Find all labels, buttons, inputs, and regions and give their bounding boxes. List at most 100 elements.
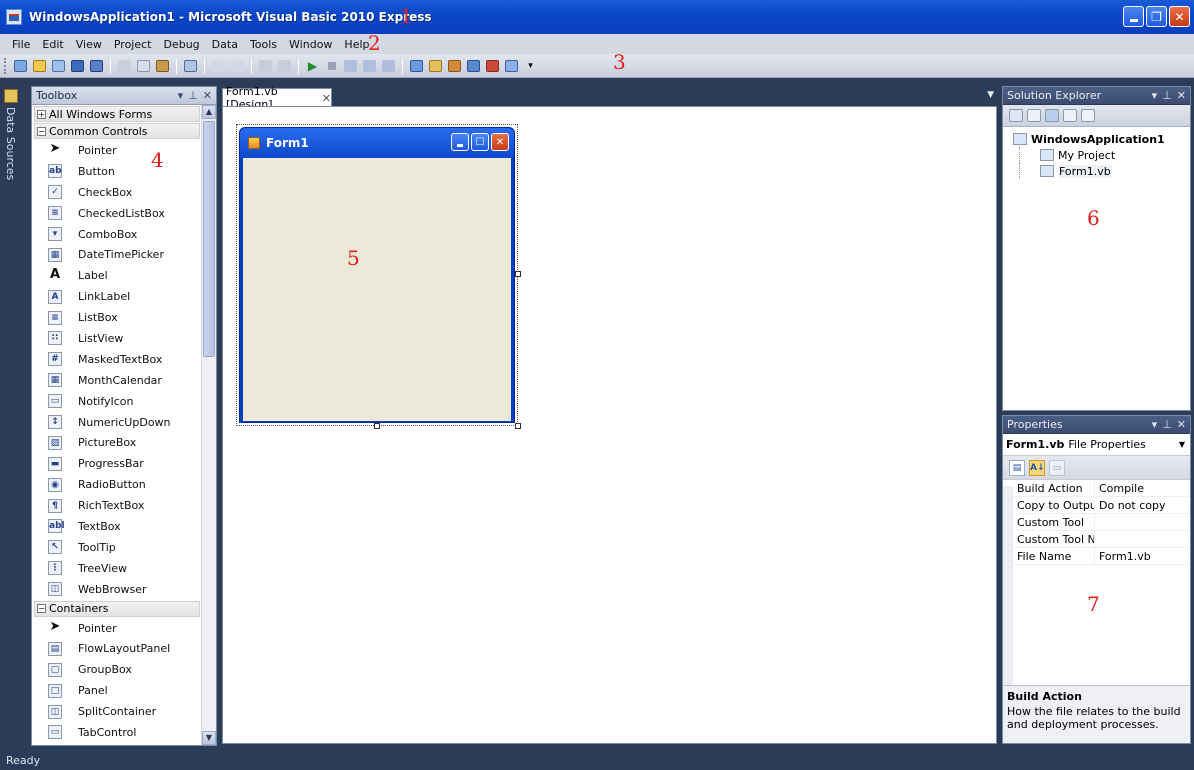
tree-item-form1[interactable]: Form1.vb [1019, 163, 1190, 179]
toolbox-item-listbox[interactable]: ≡ ListBox [32, 307, 202, 328]
toolbox-item-progressbar[interactable]: ▬ ProgressBar [32, 453, 202, 474]
solution-explorer-header[interactable]: Solution Explorer ▾ ⊥ ✕ [1003, 87, 1190, 105]
toolbox-item-monthcalendar[interactable]: ▦ MonthCalendar [32, 370, 202, 391]
resize-handle-bottom[interactable] [374, 423, 380, 429]
toolbox-item-button[interactable]: ab Button [32, 161, 202, 182]
pin-icon[interactable]: ⊥ [1162, 89, 1172, 102]
app-icon[interactable] [6, 9, 22, 25]
menu-edit[interactable]: Edit [36, 38, 69, 51]
toolbox-item-combobox[interactable]: ▾ ComboBox [32, 224, 202, 245]
toolbox-item-checkbox[interactable]: ✓ CheckBox [32, 182, 202, 203]
toolbox-item-webbrowser[interactable]: ◫ WebBrowser [32, 579, 202, 600]
save-icon[interactable] [69, 57, 86, 74]
toolbar-grip[interactable] [4, 57, 7, 74]
menu-tools[interactable]: Tools [244, 38, 283, 51]
toolbox-item-splitcontainer[interactable]: ◫ SplitContainer [32, 701, 202, 722]
property-value[interactable]: Form1.vb [1095, 550, 1151, 563]
property-value[interactable]: Do not copy [1095, 499, 1165, 512]
menu-view[interactable]: View [70, 38, 108, 51]
properties-window-icon[interactable] [427, 57, 444, 74]
toolbox-item-groupbox[interactable]: ▢ GroupBox [32, 659, 202, 680]
panel-dropdown-icon[interactable]: ▾ [178, 89, 184, 102]
window-titlebar[interactable]: WindowsApplication1 - Microsoft Visual B… [0, 0, 1194, 34]
toolbox-item-flowlayoutpanel[interactable]: ▤ FlowLayoutPanel [32, 638, 202, 659]
toolbox-item-panel[interactable]: □ Panel [32, 680, 202, 701]
toolbox-item-radiobutton[interactable]: ◉ RadioButton [32, 474, 202, 495]
panel-dropdown-icon[interactable]: ▾ [1152, 89, 1158, 102]
tab-form1-design[interactable]: Form1.vb [Design] ✕ [222, 85, 332, 111]
menu-project[interactable]: Project [108, 38, 158, 51]
menu-debug[interactable]: Debug [157, 38, 205, 51]
uncomment-icon[interactable] [229, 57, 246, 74]
toolbox-category-all[interactable]: + All Windows Forms [34, 106, 200, 122]
toolbox-item-tooltip[interactable]: ↖ ToolTip [32, 537, 202, 558]
comment-icon[interactable] [210, 57, 227, 74]
toolbox-window-icon[interactable] [446, 57, 463, 74]
toolbox-item-listview[interactable]: ∷ ListView [32, 328, 202, 349]
view-code-icon[interactable] [1063, 109, 1077, 122]
toolbox-item-label[interactable]: A Label [32, 265, 202, 286]
panel-close-icon[interactable]: ✕ [1177, 418, 1186, 431]
toolbox-item-picturebox[interactable]: ▨ PictureBox [32, 432, 202, 453]
resize-handle-corner[interactable] [515, 423, 521, 429]
alphabetical-icon[interactable]: A↓ [1029, 459, 1045, 476]
scroll-down-icon[interactable]: ▼ [202, 731, 216, 745]
pin-icon[interactable]: ⊥ [1162, 418, 1172, 431]
toolbox-item-pointer[interactable]: ➤ Pointer [32, 140, 202, 161]
stop-debugging-icon[interactable] [323, 57, 340, 74]
scroll-thumb[interactable] [203, 121, 215, 357]
property-value[interactable]: Compile [1095, 482, 1144, 495]
collapse-icon[interactable]: − [37, 126, 46, 136]
open-file-icon[interactable] [31, 57, 48, 74]
categorized-icon[interactable]: ▤ [1009, 459, 1025, 476]
tab-close-icon[interactable]: ✕ [322, 92, 331, 105]
close-button[interactable]: ✕ [1169, 6, 1190, 27]
start-debugging-icon[interactable]: ▶ [304, 57, 321, 74]
start-page-icon[interactable] [503, 57, 520, 74]
toolbox-item-richtextbox[interactable]: ¶ RichTextBox [32, 495, 202, 516]
property-row[interactable]: File Name Form1.vb [1003, 547, 1190, 565]
property-row[interactable]: Custom Tool Nan [1003, 530, 1190, 548]
step-out-icon[interactable] [380, 57, 397, 74]
property-row[interactable]: Copy to Output IDo not copy [1003, 496, 1190, 514]
error-list-icon[interactable] [484, 57, 501, 74]
toolbox-item-pointer[interactable]: ➤ Pointer [32, 618, 202, 639]
show-all-files-icon[interactable] [1027, 109, 1041, 122]
paste-icon[interactable] [154, 57, 171, 74]
design-surface[interactable]: Form1 ☐ ✕ [222, 106, 997, 744]
data-sources-label[interactable]: Data Sources [4, 107, 17, 180]
properties-header[interactable]: Properties ▾ ⊥ ✕ [1003, 416, 1190, 434]
object-selector[interactable]: Form1.vb File Properties ▼ [1003, 434, 1190, 456]
toolbox-item-notifyicon[interactable]: ▭ NotifyIcon [32, 391, 202, 412]
panel-close-icon[interactable]: ✕ [203, 89, 212, 102]
toolbox-item-maskedtextbox[interactable]: # MaskedTextBox [32, 349, 202, 370]
step-over-icon[interactable] [361, 57, 378, 74]
solution-explorer-icon[interactable] [408, 57, 425, 74]
property-row[interactable]: Custom Tool [1003, 513, 1190, 531]
toolbox-category-containers[interactable]: − Containers [34, 600, 200, 617]
refresh-icon[interactable] [1045, 109, 1059, 122]
property-row[interactable]: Build Action Compile [1003, 479, 1190, 497]
tree-item-my-project[interactable]: My Project [1019, 147, 1190, 163]
form1-titlebar[interactable]: Form1 ☐ ✕ [240, 128, 514, 158]
step-into-icon[interactable] [342, 57, 359, 74]
dropdown-arrow-icon[interactable]: ▼ [1179, 440, 1185, 449]
restore-button[interactable]: ❐ [1146, 6, 1167, 27]
collapse-icon[interactable]: − [37, 604, 46, 614]
expand-icon[interactable]: + [37, 109, 46, 119]
toolbox-category-common[interactable]: − Common Controls [34, 123, 200, 139]
toolbox-item-checkedlistbox[interactable]: ≡ CheckedListBox [32, 203, 202, 224]
find-icon[interactable] [182, 57, 199, 74]
undo-icon[interactable] [257, 57, 274, 74]
redo-icon[interactable] [276, 57, 293, 74]
form1-client-area[interactable] [243, 158, 511, 421]
toolbox-header[interactable]: Toolbox ▾ ⊥ ✕ [32, 87, 216, 105]
resize-handle-right[interactable] [515, 271, 521, 277]
toolbox-scrollbar[interactable]: ▲ ▼ [201, 105, 216, 745]
view-designer-icon[interactable] [1081, 109, 1095, 122]
data-sources-icon[interactable] [4, 89, 18, 103]
scroll-up-icon[interactable]: ▲ [202, 105, 216, 119]
copy-icon[interactable] [135, 57, 152, 74]
form1-window[interactable]: Form1 ☐ ✕ [239, 127, 515, 423]
data-sources-strip[interactable]: Data Sources [0, 86, 22, 746]
